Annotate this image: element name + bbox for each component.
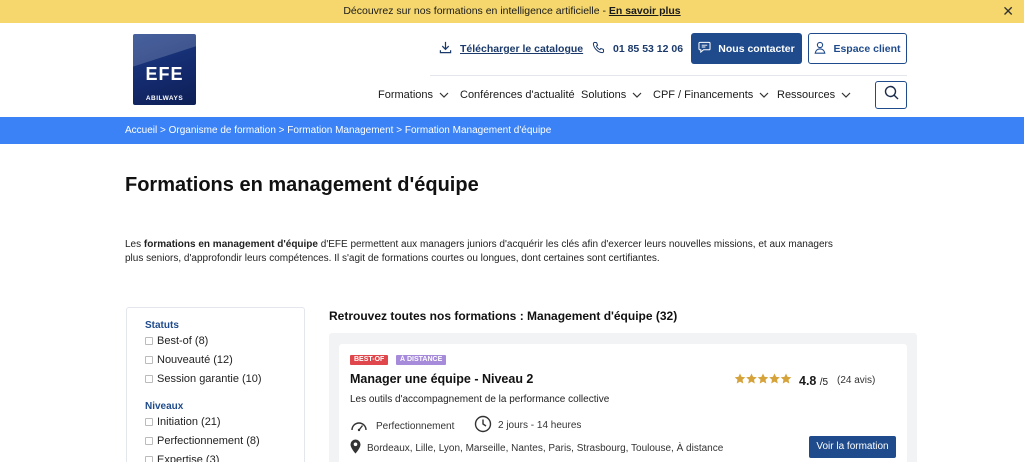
rating-stars xyxy=(734,373,792,388)
promo-text: Découvrez sur nos formations en intellig… xyxy=(343,5,609,17)
nav-item-label: Formations xyxy=(378,89,434,101)
badge-a-distance: À DISTANCE xyxy=(396,355,447,365)
filter-label: Nouveauté (12) xyxy=(157,354,233,366)
chevron-down-icon xyxy=(632,90,642,100)
checkbox[interactable] xyxy=(145,337,153,345)
filter-checkbox-perfectionnement[interactable]: Perfectionnement (8) xyxy=(145,435,260,447)
nav-item-label: Ressources xyxy=(777,89,836,101)
checkbox[interactable] xyxy=(145,437,153,445)
filter-group-title-statuts: Statuts xyxy=(145,320,179,331)
nav-item-ressources[interactable]: Ressources xyxy=(777,89,851,101)
phone-number: 01 85 53 12 06 xyxy=(613,43,684,55)
badge-best-of: BEST-OF xyxy=(350,355,389,365)
course-locations: Bordeaux, Lille, Lyon, Marseille, Nantes… xyxy=(350,439,723,457)
breadcrumb[interactable]: Accueil > Organisme de formation > Forma… xyxy=(0,117,1024,144)
page-title: Formations en management d'équipe xyxy=(125,174,479,196)
promo-link[interactable]: En savoir plus xyxy=(609,5,681,17)
nav-item-formations[interactable]: Formations xyxy=(378,89,449,101)
location-pin-icon xyxy=(350,439,361,457)
phone-link[interactable]: 01 85 53 12 06 xyxy=(592,41,683,57)
chevron-down-icon xyxy=(841,90,851,100)
course-level-label: Perfectionnement xyxy=(376,421,455,432)
chevron-down-icon xyxy=(439,90,449,100)
filter-group-title-niveaux: Niveaux xyxy=(145,401,184,412)
nav-item-conferences[interactable]: Conférences d'actualité xyxy=(460,89,575,101)
filter-label: Best-of (8) xyxy=(157,335,209,347)
promo-bar: Découvrez sur nos formations en intellig… xyxy=(0,0,1024,23)
checkbox[interactable] xyxy=(145,418,153,426)
rating-number: 4.8 xyxy=(799,374,817,388)
contact-button[interactable]: Nous contacter xyxy=(691,33,802,64)
results-title: Retrouvez toutes nos formations : Manage… xyxy=(329,309,678,323)
course-title[interactable]: Manager une équipe - Niveau 2 xyxy=(350,372,533,386)
chat-icon xyxy=(698,41,711,56)
logo-main-text: EFE xyxy=(145,64,184,84)
checkbox[interactable] xyxy=(145,375,153,383)
nav-item-cpf[interactable]: CPF / Financements xyxy=(653,89,769,101)
clock-icon xyxy=(474,415,492,436)
download-catalogue-link[interactable]: Télécharger le catalogue xyxy=(439,41,583,57)
filter-checkbox-best-of[interactable]: Best-of (8) xyxy=(145,335,208,347)
client-space-label: Espace client xyxy=(833,42,901,55)
filter-checkbox-initiation[interactable]: Initiation (21) xyxy=(145,416,221,428)
contact-button-label: Nous contacter xyxy=(718,42,795,55)
user-icon xyxy=(814,41,826,57)
nav-item-label: Conférences d'actualité xyxy=(460,89,575,101)
filter-label: Perfectionnement (8) xyxy=(157,435,260,447)
checkbox[interactable] xyxy=(145,356,153,364)
search-button[interactable] xyxy=(875,81,907,109)
course-duration: 2 jours - 14 heures xyxy=(474,415,581,436)
intro-part: Les xyxy=(125,239,144,250)
nav-item-solutions[interactable]: Solutions xyxy=(581,89,642,101)
header-divider xyxy=(430,75,907,76)
phone-icon xyxy=(592,41,605,57)
checkbox[interactable] xyxy=(145,456,153,462)
intro-text: Les formations en management d'équipe d'… xyxy=(125,238,845,266)
filter-label: Expertise (3) xyxy=(157,454,220,462)
nav-item-label: CPF / Financements xyxy=(653,89,754,101)
filter-checkbox-session-garantie[interactable]: Session garantie (10) xyxy=(145,373,262,385)
filter-checkbox-nouveaute[interactable]: Nouveauté (12) xyxy=(145,354,233,366)
rating-max: /5 xyxy=(819,377,829,388)
star-icons xyxy=(734,373,792,384)
course-locations-label: Bordeaux, Lille, Lyon, Marseille, Nantes… xyxy=(367,442,724,454)
efe-logo[interactable]: EFE ABILWAYS xyxy=(133,34,196,105)
search-icon xyxy=(884,85,899,105)
rating-value: 4.8 /5 xyxy=(799,374,828,388)
filter-label: Session garantie (10) xyxy=(157,373,262,385)
course-level: Perfectionnement xyxy=(350,417,454,436)
review-count: (24 avis) xyxy=(837,375,876,386)
intro-bold: formations en management d'équipe xyxy=(143,239,318,250)
filter-checkbox-expertise[interactable]: Expertise (3) xyxy=(145,454,219,462)
gauge-icon xyxy=(350,417,368,436)
download-catalogue-label: Télécharger le catalogue xyxy=(460,43,584,55)
filter-label: Initiation (21) xyxy=(157,416,221,428)
client-space-button[interactable]: Espace client xyxy=(808,33,907,64)
chevron-down-icon xyxy=(759,90,769,100)
nav-item-label: Solutions xyxy=(581,89,627,101)
logo-sub-text: ABILWAYS xyxy=(145,95,184,102)
download-icon xyxy=(439,41,452,57)
close-icon[interactable]: ✕ xyxy=(1002,0,1014,23)
course-subtitle: Les outils d'accompagnement de la perfor… xyxy=(350,394,610,405)
course-duration-label: 2 jours - 14 heures xyxy=(498,420,582,431)
view-course-button[interactable]: Voir la formation xyxy=(809,436,896,458)
